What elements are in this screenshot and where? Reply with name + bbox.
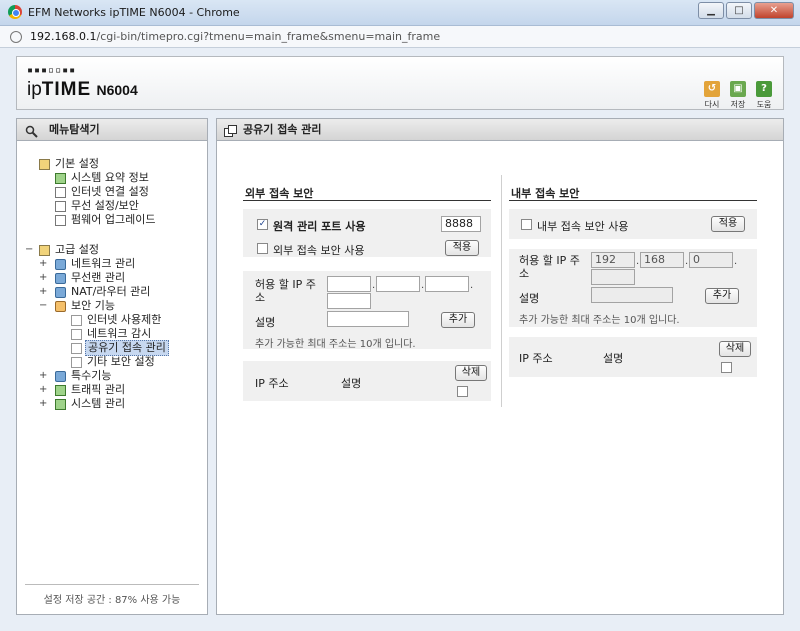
internal-delete-button[interactable]: 삭제 — [719, 341, 751, 357]
int-ip-octet-4[interactable] — [591, 269, 635, 285]
page-icon — [10, 31, 22, 43]
window-title: EFM Networks ipTIME N6004 - Chrome — [28, 6, 240, 19]
monitor-icon — [55, 187, 66, 198]
address-bar[interactable]: 192.168.0.1/cgi-bin/timepro.cgi?tmenu=ma… — [0, 26, 800, 48]
help-icon: ? — [756, 81, 772, 97]
internal-add-button[interactable]: 추가 — [705, 288, 739, 304]
storage-status: 설정 저장 공간 : 87% 사용 가능 — [25, 584, 199, 606]
help-button[interactable]: ? 도움 — [755, 81, 773, 110]
external-section-title: 외부 접속 보안 — [245, 187, 314, 200]
sidebar-item-wireless[interactable]: 무선 설정/보안 — [25, 199, 207, 213]
main-panel: 공유기 접속 관리 외부 접속 보안 ✓ 원격 관리 포트 사용 8888 외부… — [216, 118, 784, 615]
remote-port-checkbox[interactable]: ✓ — [257, 219, 268, 230]
header-buttons: ↺ 다시 ▣ 저장 ? 도움 — [703, 81, 773, 110]
refresh-button[interactable]: ↺ 다시 — [703, 81, 721, 110]
logo-dots: ▪▪▪▫▫▪▪ — [27, 65, 77, 76]
sidebar-item-wlan[interactable]: + 무선랜 관리 — [25, 271, 207, 285]
window-icon — [224, 124, 237, 146]
chrome-icon — [8, 5, 22, 19]
magnifier-icon — [25, 124, 38, 146]
int-ip-octet-1[interactable]: 192 — [591, 252, 635, 268]
internal-apply-button[interactable]: 적용 — [711, 216, 745, 232]
close-button[interactable]: ✕ — [754, 2, 794, 19]
ext-ip-octet-3[interactable] — [425, 276, 469, 292]
external-apply-button[interactable]: 적용 — [445, 240, 479, 256]
sidebar-item-internet-limit[interactable]: 인터넷 사용제한 — [25, 313, 207, 327]
page-icon — [71, 343, 82, 354]
sidebar-item-security[interactable]: − 보안 기능 — [25, 299, 207, 313]
iptime-logo: ipTIME N6004 — [27, 79, 138, 100]
sidebar-item-access-mgmt[interactable]: 공유기 접속 관리 — [25, 340, 207, 356]
sidebar-item-nat[interactable]: + NAT/라우터 관리 — [25, 285, 207, 299]
traffic-icon — [55, 385, 66, 396]
remote-port-input[interactable]: 8888 — [441, 216, 481, 232]
collapse-icon[interactable]: − — [25, 243, 33, 257]
sidebar-item-traffic[interactable]: + 트래픽 관리 — [25, 383, 207, 397]
tree-group-basic[interactable]: 기본 설정 — [25, 157, 207, 171]
router-icon — [55, 287, 66, 298]
menu-explorer: 메뉴탐색기 기본 설정 시스템 요약 정보 인터넷 연결 설정 무선 설정/보안… — [16, 118, 208, 615]
save-icon: ▣ — [730, 81, 746, 97]
refresh-icon: ↺ — [704, 81, 720, 97]
sidebar-item-other-security[interactable]: 기타 보안 설정 — [25, 355, 207, 369]
int-ip-octet-3[interactable]: 0 — [689, 252, 733, 268]
window-titlebar: EFM Networks ipTIME N6004 - Chrome ▁ □ ✕ — [0, 0, 800, 26]
collapse-icon[interactable]: − — [39, 299, 47, 313]
lock-icon — [55, 301, 66, 312]
folder-icon — [39, 159, 50, 170]
ext-ip-octet-2[interactable] — [376, 276, 420, 292]
expand-icon[interactable]: + — [39, 257, 47, 271]
sidebar-item-system[interactable]: + 시스템 관리 — [25, 397, 207, 411]
chart-icon — [55, 173, 66, 184]
internal-security-checkbox[interactable] — [521, 219, 532, 230]
ext-ip-octet-1[interactable] — [327, 276, 371, 292]
firmware-icon — [55, 215, 66, 226]
sidebar-item-network-monitor[interactable]: 네트워크 감시 — [25, 327, 207, 341]
expand-icon[interactable]: + — [39, 271, 47, 285]
sidebar-item-network[interactable]: + 네트워크 관리 — [25, 257, 207, 271]
router-header: ▪▪▪▫▫▪▪ ipTIME N6004 ↺ 다시 ▣ 저장 ? 도움 — [16, 56, 784, 110]
sidebar-item-firmware[interactable]: 펌웨어 업그레이드 — [25, 213, 207, 227]
internal-select-all-checkbox[interactable] — [721, 362, 732, 373]
expand-icon[interactable]: + — [39, 369, 47, 383]
external-delete-button[interactable]: 삭제 — [455, 365, 487, 381]
wireless-icon — [55, 201, 66, 212]
internal-section-title: 내부 접속 보안 — [511, 187, 580, 200]
sidebar-title: 메뉴탐색기 — [17, 119, 207, 141]
expand-icon[interactable]: + — [39, 397, 47, 411]
system-icon — [55, 399, 66, 410]
page-icon — [71, 329, 82, 340]
url-text[interactable]: 192.168.0.1/cgi-bin/timepro.cgi?tmenu=ma… — [30, 30, 440, 43]
wireless-icon — [55, 273, 66, 284]
maximize-button[interactable]: □ — [726, 2, 752, 19]
menu-tree: 기본 설정 시스템 요약 정보 인터넷 연결 설정 무선 설정/보안 펌웨어 업… — [17, 141, 207, 411]
ext-ip-octet-4[interactable] — [327, 293, 371, 309]
special-icon — [55, 371, 66, 382]
minimize-button[interactable]: ▁ — [698, 2, 724, 19]
expand-icon[interactable]: + — [39, 383, 47, 397]
page-title: 공유기 접속 관리 — [217, 119, 783, 141]
save-button[interactable]: ▣ 저장 — [729, 81, 747, 110]
external-select-all-checkbox[interactable] — [457, 386, 468, 397]
page-icon — [71, 357, 82, 368]
external-security-checkbox[interactable] — [257, 243, 268, 254]
int-description-input[interactable] — [591, 287, 673, 303]
sidebar-item-internet[interactable]: 인터넷 연결 설정 — [25, 185, 207, 199]
folder-icon — [39, 245, 50, 256]
ext-description-input[interactable] — [327, 311, 409, 327]
sidebar-item-special[interactable]: + 특수기능 — [25, 369, 207, 383]
window-controls: ▁ □ ✕ — [698, 2, 794, 19]
sidebar-item-system-summary[interactable]: 시스템 요약 정보 — [25, 171, 207, 185]
expand-icon[interactable]: + — [39, 285, 47, 299]
page-icon — [71, 315, 82, 326]
network-icon — [55, 259, 66, 270]
tree-group-advanced[interactable]: − 고급 설정 — [25, 243, 207, 257]
external-add-button[interactable]: 추가 — [441, 312, 475, 328]
int-ip-octet-2[interactable]: 168 — [640, 252, 684, 268]
